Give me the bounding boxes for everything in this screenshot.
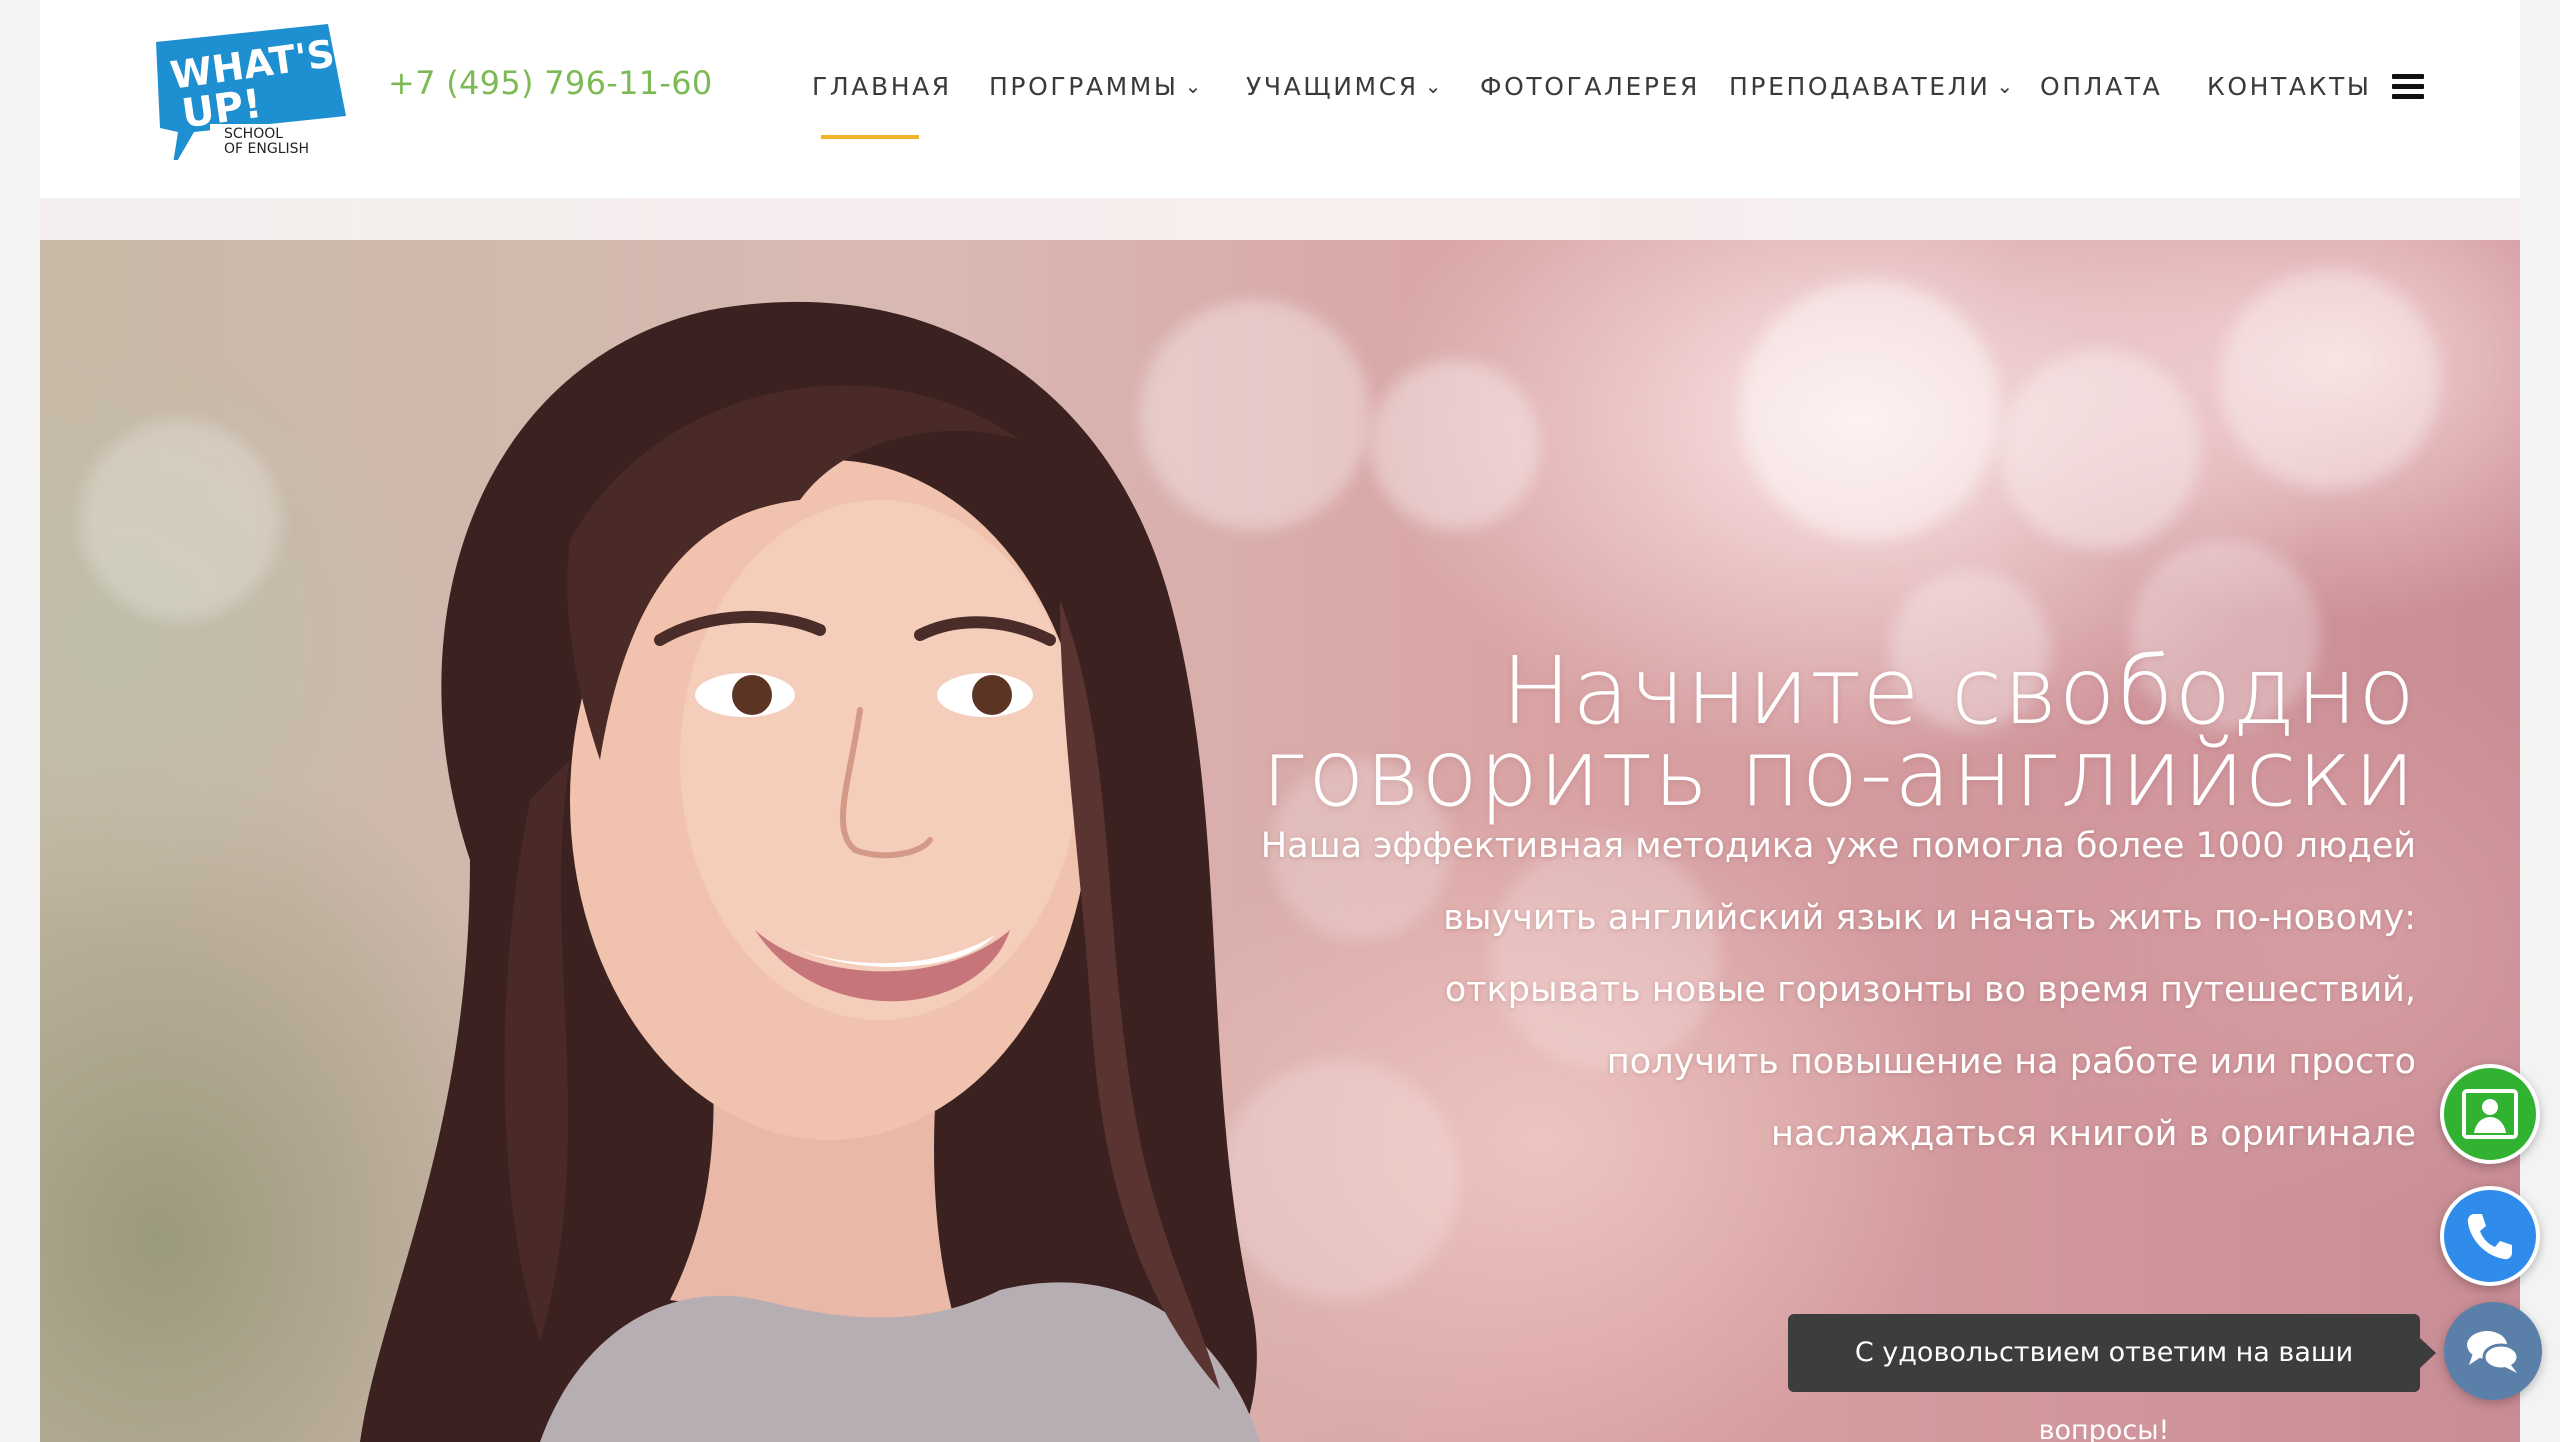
contact-card-icon bbox=[2462, 1089, 2518, 1139]
nav-item-gallery[interactable]: ФОТОГАЛЕРЕЯ bbox=[1480, 72, 1700, 101]
callback-button[interactable] bbox=[2440, 1186, 2540, 1286]
nav-label: УЧАЩИМСЯ bbox=[1246, 72, 1419, 101]
header-phone[interactable]: +7 (495) 796-11-60 bbox=[388, 64, 713, 102]
nav-item-students[interactable]: УЧАЩИМСЯ ⌄ bbox=[1246, 72, 1441, 101]
chat-bubbles-icon bbox=[2467, 1331, 2520, 1373]
hero-text-line: открывать новые горизонты во время путеш… bbox=[1444, 970, 2416, 1010]
hero-description: Наша эффективная методика уже помогла бо… bbox=[1216, 810, 2416, 1170]
nav-item-programs[interactable]: ПРОГРАММЫ ⌄ bbox=[989, 72, 1201, 101]
hero-text-line: Наша эффективная методика уже помогла бо… bbox=[1260, 826, 2416, 866]
logo-sub-1: SCHOOL bbox=[224, 126, 283, 142]
nav-item-payment[interactable]: ОПЛАТА bbox=[2040, 72, 2162, 101]
contact-form-button[interactable] bbox=[2440, 1064, 2540, 1164]
site-logo[interactable]: WHAT'S UP! SCHOOL OF ENGLISH bbox=[150, 20, 350, 160]
nav-item-teachers[interactable]: ПРЕПОДАВАТЕЛИ ⌄ bbox=[1729, 72, 2013, 101]
nav-label: КОНТАКТЫ bbox=[2207, 72, 2372, 101]
site-header: WHAT'S UP! SCHOOL OF ENGLISH +7 (495) 79… bbox=[40, 0, 2520, 198]
nav-label: ГЛАВНАЯ bbox=[812, 72, 952, 101]
phone-icon bbox=[2467, 1214, 2512, 1260]
hero-text-line: выучить английский язык и начать жить по… bbox=[1443, 898, 2416, 938]
nav-item-contacts[interactable]: КОНТАКТЫ bbox=[2207, 72, 2371, 101]
chevron-down-icon: ⌄ bbox=[1996, 74, 2014, 98]
hero-title: Начните свободно говорить по-английски bbox=[916, 645, 2416, 827]
hero-banner: Начните свободно говорить по-английски Н… bbox=[40, 240, 2520, 1442]
hero-top-band bbox=[40, 198, 2520, 240]
active-nav-indicator bbox=[821, 135, 919, 139]
hero-text-line: наслаждаться книгой в оригинале bbox=[1771, 1114, 2416, 1154]
chevron-down-icon: ⌄ bbox=[1184, 74, 1202, 98]
hero-title-line-2: говорить по-английски bbox=[1261, 719, 2416, 827]
page: WHAT'S UP! SCHOOL OF ENGLISH +7 (495) 79… bbox=[40, 0, 2520, 1442]
nav-label: ОПЛАТА bbox=[2040, 72, 2163, 101]
hero-text-line: получить повышение на работе или просто bbox=[1606, 1042, 2416, 1082]
hamburger-icon[interactable] bbox=[2392, 74, 2424, 100]
nav-label: ПРОГРАММЫ bbox=[989, 72, 1179, 101]
nav-label: ФОТОГАЛЕРЕЯ bbox=[1480, 72, 1700, 101]
nav-label: ПРЕПОДАВАТЕЛИ bbox=[1729, 72, 1991, 101]
nav-item-home[interactable]: ГЛАВНАЯ bbox=[812, 72, 952, 101]
chat-button[interactable] bbox=[2444, 1302, 2542, 1400]
chat-tooltip: С удовольствием ответим на ваши вопросы! bbox=[1788, 1314, 2436, 1442]
chevron-down-icon: ⌄ bbox=[1424, 74, 1442, 98]
logo-sub-2: OF ENGLISH bbox=[224, 141, 309, 157]
